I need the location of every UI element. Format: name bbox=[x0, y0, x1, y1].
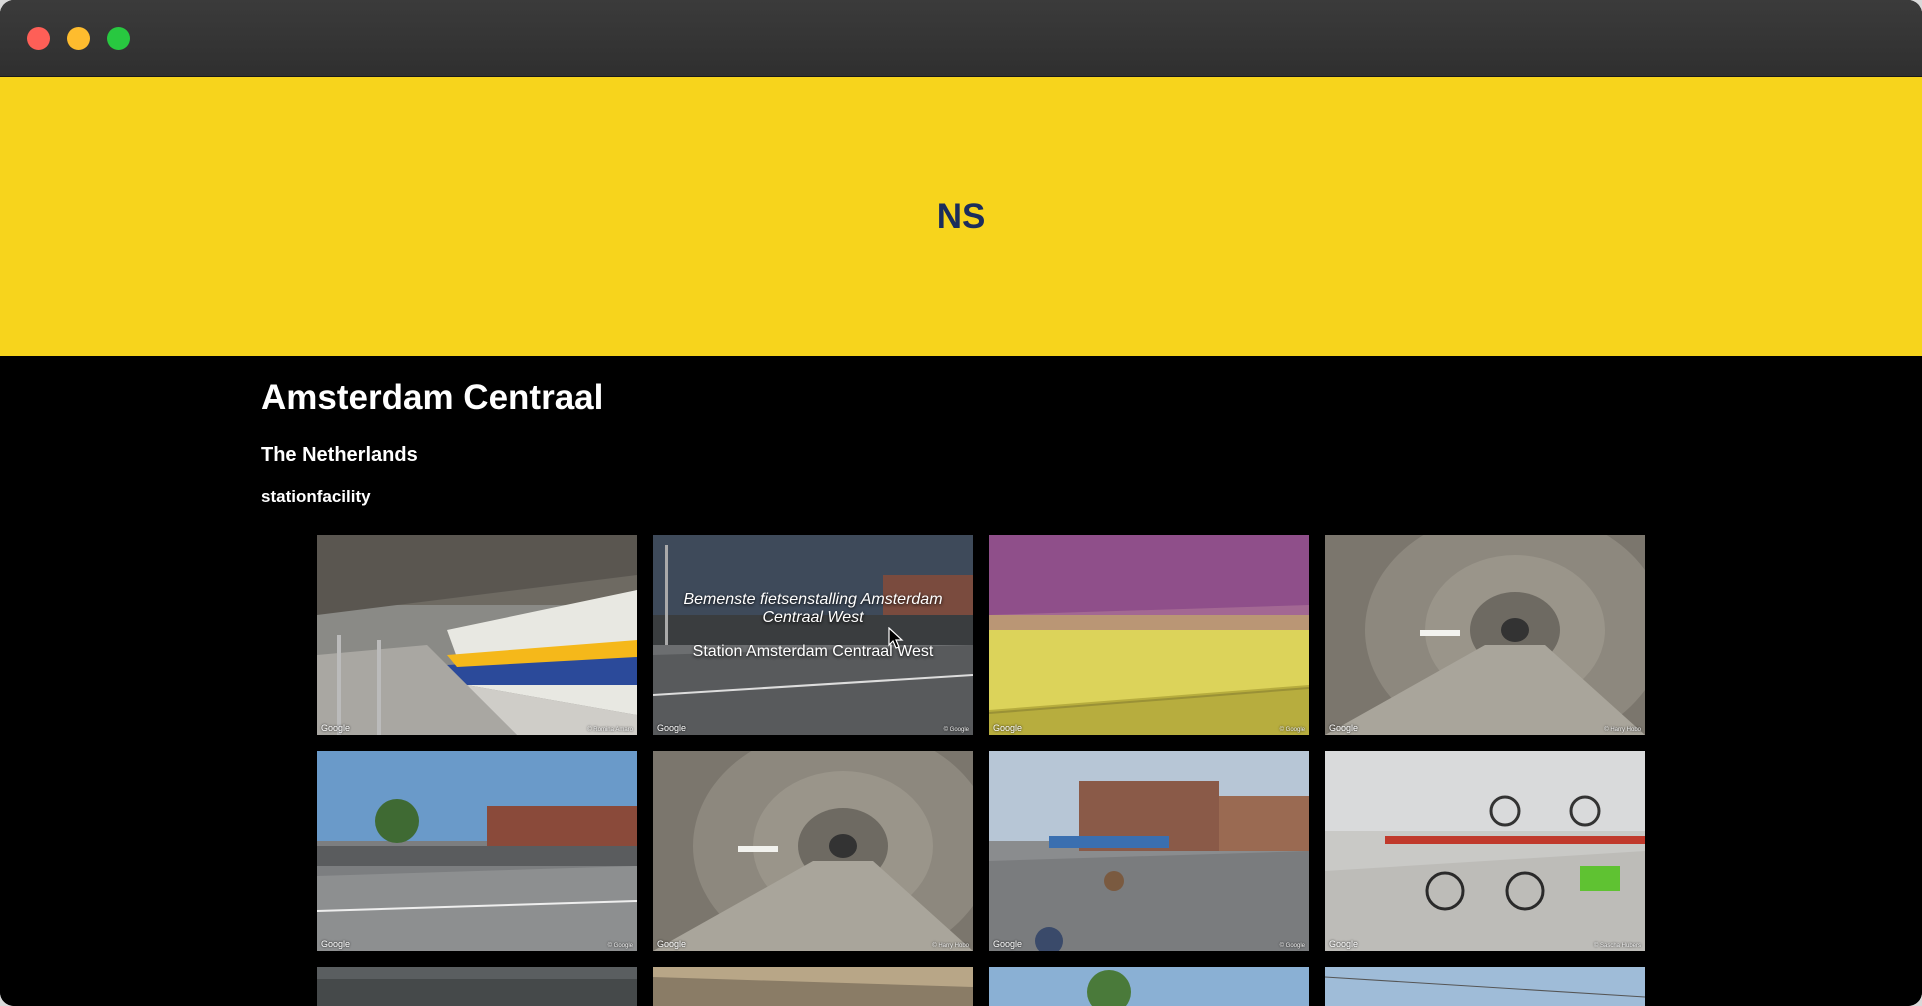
street-square-image bbox=[653, 535, 973, 735]
streetview-thumbnail[interactable] bbox=[653, 967, 973, 1006]
streetview-thumbnail[interactable]: Google © Google bbox=[989, 751, 1309, 951]
station-category: stationfacility bbox=[261, 487, 371, 506]
google-watermark: Google bbox=[993, 939, 1023, 949]
bicycle-parking-image bbox=[1325, 751, 1645, 951]
photo-credit: © Harry Hobo bbox=[932, 943, 969, 949]
streetview-thumbnail[interactable]: Google © Google bbox=[317, 751, 637, 951]
browser-window: NS Amsterdam Centraal The Netherlands st… bbox=[0, 0, 1922, 1006]
mouse-cursor-icon bbox=[888, 627, 904, 649]
streetview-thumbnail[interactable]: Google © Harry Hobo bbox=[1325, 535, 1645, 735]
streetview-thumbnail[interactable]: Google © Sascha Hubers bbox=[1325, 751, 1645, 951]
photo-credit: © Google bbox=[607, 943, 633, 949]
header-banner: NS bbox=[0, 77, 1922, 356]
station-exterior-image bbox=[317, 751, 637, 951]
facility-overlay-title: Bemenste fietsenstalling Amsterdam Centr… bbox=[683, 591, 943, 626]
streetview-thumbnail[interactable] bbox=[317, 967, 637, 1006]
photo-credit: © Google bbox=[1279, 727, 1305, 733]
photo-credit: © Google bbox=[943, 727, 969, 733]
google-watermark: Google bbox=[1329, 939, 1359, 949]
window-titlebar bbox=[0, 0, 1922, 77]
google-watermark: Google bbox=[657, 939, 687, 949]
google-watermark: Google bbox=[657, 723, 687, 733]
streetview-thumbnail[interactable]: Google © Romina Amaro bbox=[317, 535, 637, 735]
tunnel-image bbox=[1325, 535, 1645, 735]
yellow-wall-image bbox=[989, 535, 1309, 735]
photo-credit: © Harry Hobo bbox=[1604, 727, 1641, 733]
streetview-image bbox=[317, 967, 637, 1006]
streetview-thumbnail[interactable] bbox=[989, 967, 1309, 1006]
facility-overlay-subtitle: Station Amsterdam Centraal West bbox=[692, 643, 934, 660]
streetview-thumbnail[interactable] bbox=[1325, 967, 1645, 1006]
google-watermark: Google bbox=[321, 723, 351, 733]
station-title: Amsterdam Centraal bbox=[261, 378, 604, 417]
platform-train-image bbox=[317, 535, 637, 735]
main-content: Amsterdam Centraal The Netherlands stati… bbox=[0, 356, 1922, 1006]
streetview-thumbnail[interactable]: Google © Harry Hobo bbox=[653, 751, 973, 951]
google-watermark: Google bbox=[321, 939, 351, 949]
maximize-window-button[interactable] bbox=[107, 27, 130, 50]
station-square-image bbox=[989, 751, 1309, 951]
google-watermark: Google bbox=[1329, 723, 1359, 733]
streetview-thumbnail[interactable]: Bemenste fietsenstalling Amsterdam Centr… bbox=[653, 535, 973, 735]
streetview-thumbnail[interactable]: Google © Google bbox=[989, 535, 1309, 735]
streetview-image bbox=[989, 967, 1309, 1006]
tunnel-image bbox=[653, 751, 973, 951]
close-window-button[interactable] bbox=[27, 27, 50, 50]
streetview-image bbox=[653, 967, 973, 1006]
minimize-window-button[interactable] bbox=[67, 27, 90, 50]
photo-credit: © Romina Amaro bbox=[587, 727, 633, 733]
photo-credit: © Google bbox=[1279, 943, 1305, 949]
google-watermark: Google bbox=[993, 723, 1023, 733]
station-country: The Netherlands bbox=[261, 444, 418, 466]
photo-credit: © Sascha Hubers bbox=[1593, 943, 1641, 949]
streetview-image bbox=[1325, 967, 1645, 1006]
ns-logo[interactable]: NS bbox=[937, 197, 986, 237]
